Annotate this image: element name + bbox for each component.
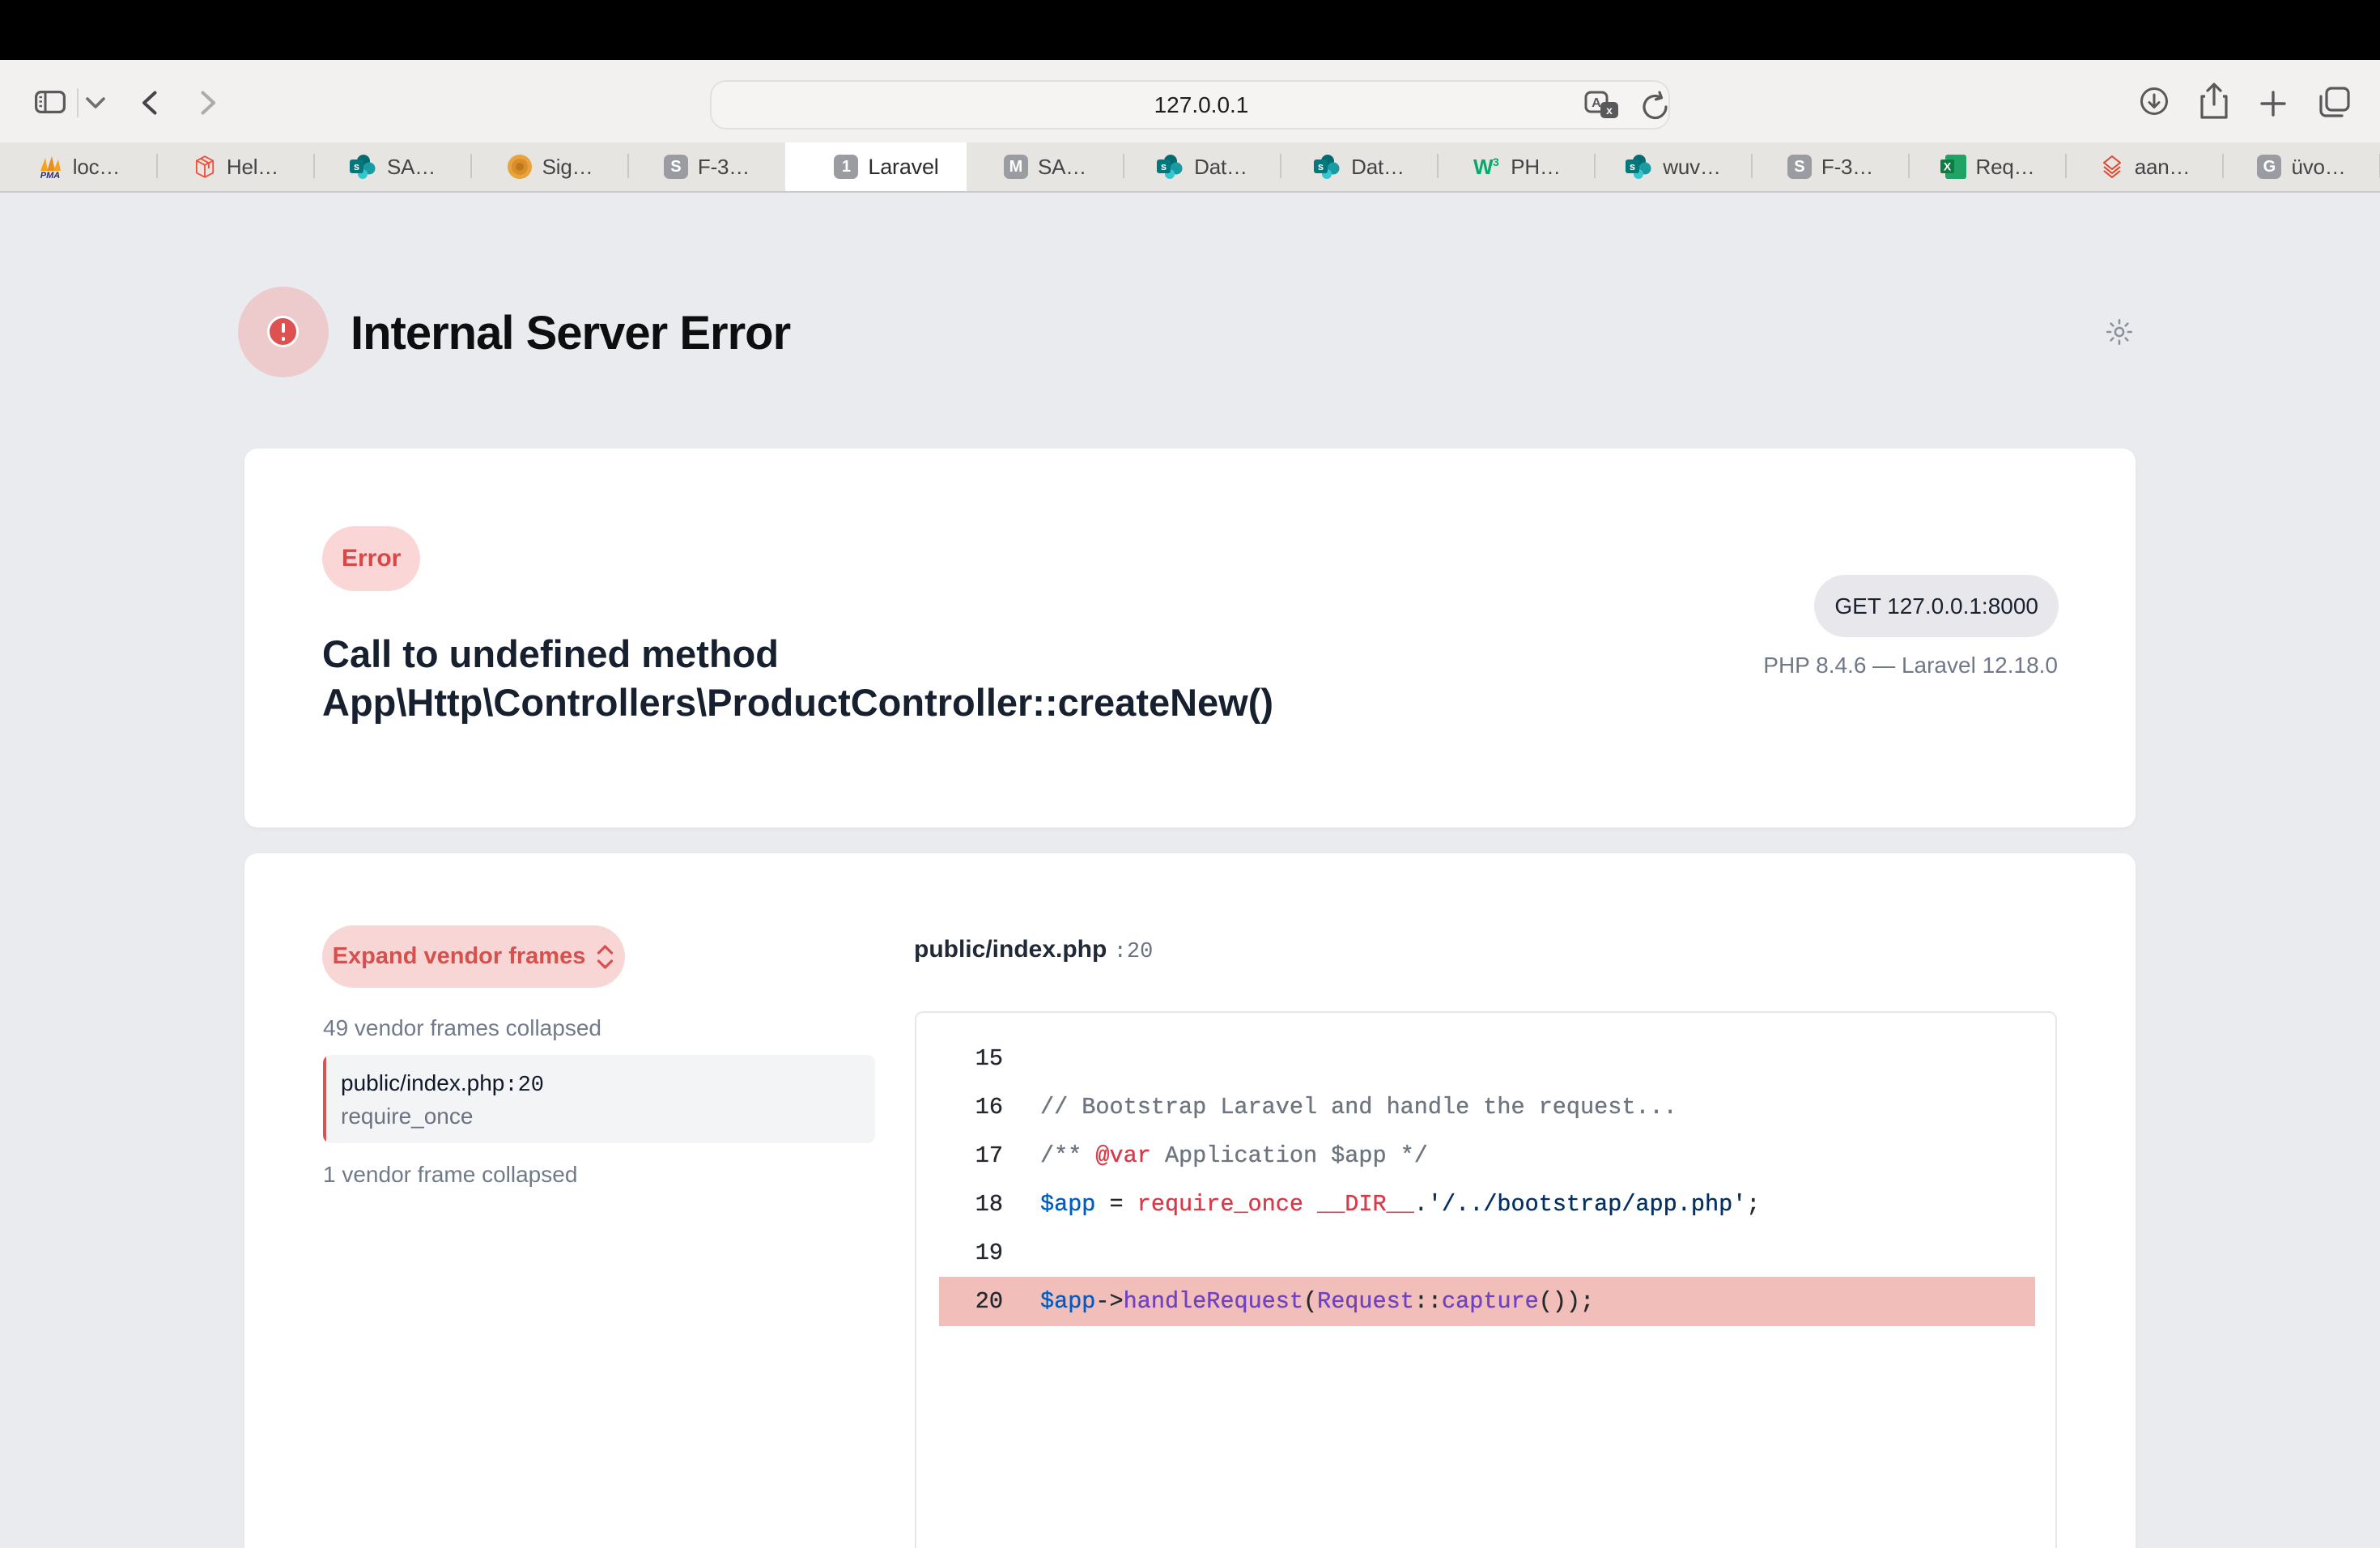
svg-text:3: 3	[1493, 155, 1499, 168]
svg-text:s: s	[1318, 160, 1324, 172]
svg-text:s: s	[354, 160, 359, 172]
svg-text:x: x	[1606, 104, 1613, 117]
svg-text:X: X	[1943, 160, 1951, 173]
svg-text:W: W	[1473, 155, 1494, 179]
svg-text:s: s	[1161, 160, 1167, 172]
svg-text:PMA: PMA	[40, 171, 61, 179]
svg-text:s: s	[1630, 160, 1635, 172]
svg-text:A: A	[1592, 96, 1601, 110]
